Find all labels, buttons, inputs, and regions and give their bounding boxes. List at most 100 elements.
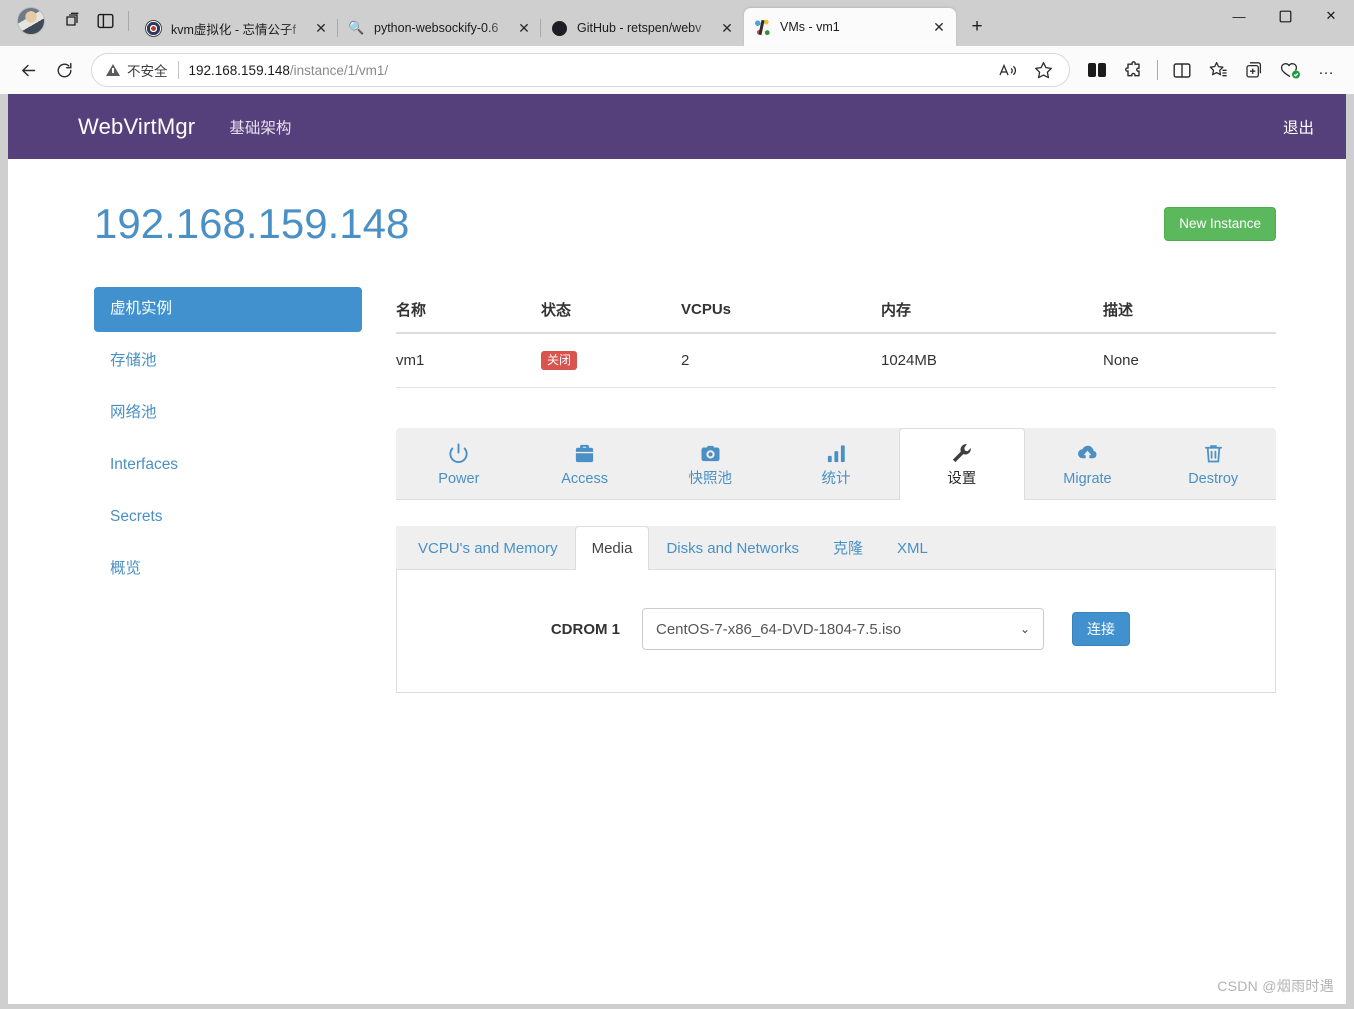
instance-action-tabs: Power Access 快照池 统计 设置 Migrate Destroy: [396, 428, 1276, 501]
camera-icon: [652, 442, 768, 466]
table-head: 名称 状态 VCPUs 内存 描述: [396, 287, 1276, 335]
close-window-button[interactable]: ✕: [1308, 0, 1354, 32]
tab-title: kvm虚拟化 - 忘情公子f: [171, 22, 296, 37]
briefcase-icon: [527, 442, 643, 466]
tab-label: Destroy: [1188, 471, 1239, 488]
subtab-clone[interactable]: 克隆: [816, 526, 880, 570]
browser-tab-3-active[interactable]: VMs - vm1 ✕: [744, 8, 956, 46]
column-header-state: 状态: [541, 287, 681, 335]
sidebar-item-storage-pools[interactable]: 存储池: [94, 339, 362, 384]
browser-essentials-split-icon[interactable]: [1164, 52, 1200, 88]
table-body: vm1 关闭 2 1024MB None: [396, 333, 1276, 389]
table-row[interactable]: vm1 关闭 2 1024MB None: [396, 333, 1276, 389]
close-icon[interactable]: ✕: [513, 17, 535, 39]
cell-state: 关闭: [541, 333, 681, 389]
page-viewport: WebVirtMgr 基础架构 退出 192.168.159.148 New I…: [0, 94, 1354, 1009]
sidebar-item-instances[interactable]: 虚机实例: [94, 287, 362, 333]
power-icon: [401, 442, 517, 466]
tab-label: Access: [561, 471, 608, 488]
tab-list: kvm虚拟化 - 忘情公子f ✕ 🔍 python-websockify-0.6…: [135, 0, 1216, 46]
table-header-row: 名称 状态 VCPUs 内存 描述: [396, 287, 1276, 335]
tab-snapshots[interactable]: 快照池: [647, 428, 773, 500]
cell-memory: 1024MB: [881, 333, 1103, 389]
page-container: 192.168.159.148 New Instance 虚机实例 存储池 网络…: [8, 159, 1346, 694]
sidebar-item-overview[interactable]: 概览: [94, 547, 362, 592]
instances-table: 名称 状态 VCPUs 内存 描述 vm1 关闭 2 1024MB None: [396, 287, 1276, 389]
browser-window: kvm虚拟化 - 忘情公子f ✕ 🔍 python-websockify-0.6…: [0, 0, 1354, 1009]
split-pane-icon[interactable]: [88, 6, 122, 36]
sidebar-item-network-pools[interactable]: 网络池: [94, 391, 362, 436]
omnibox-divider: [177, 61, 179, 79]
cloud-download-icon: [1030, 442, 1146, 466]
tab-label: 设置: [947, 471, 977, 488]
cell-name[interactable]: vm1: [396, 333, 541, 389]
favorite-star-icon[interactable]: [1025, 52, 1061, 88]
column-header-vcpus: VCPUs: [681, 287, 881, 335]
tab-label: 快照池: [688, 471, 733, 488]
iso-select[interactable]: CentOS-7-x86_64-DVD-1804-7.5.iso ⌄: [642, 608, 1044, 651]
github-icon: [551, 20, 568, 37]
toolbar-divider: [1157, 60, 1158, 80]
close-icon[interactable]: ✕: [716, 17, 738, 39]
browser-tab-1[interactable]: 🔍 python-websockify-0.6 ✕: [337, 10, 541, 46]
close-icon[interactable]: ✕: [928, 16, 950, 38]
not-secure-warning-icon: [106, 64, 120, 76]
app-navbar: WebVirtMgr 基础架构 退出: [8, 94, 1346, 159]
url-text: 192.168.159.148/instance/1/vm1/: [189, 63, 389, 78]
browser-health-icon[interactable]: [1272, 52, 1308, 88]
reload-icon[interactable]: [46, 52, 82, 88]
tab-power[interactable]: Power: [396, 428, 522, 500]
page-header: 192.168.159.148 New Instance: [94, 159, 1276, 247]
minimize-button[interactable]: —: [1216, 0, 1262, 32]
subtab-disks-networks[interactable]: Disks and Networks: [649, 526, 816, 570]
browser-tab-2[interactable]: GitHub - retspen/webv ✕: [540, 10, 744, 46]
browser-tab-0[interactable]: kvm虚拟化 - 忘情公子f ✕: [135, 10, 338, 46]
page-body: 虚机实例 存储池 网络池 Interfaces Secrets 概览 名称 状态…: [94, 287, 1276, 694]
extensions-icon[interactable]: [1115, 52, 1151, 88]
more-options-icon[interactable]: …: [1308, 52, 1344, 88]
main-content: 名称 状态 VCPUs 内存 描述 vm1 关闭 2 1024MB None P…: [396, 287, 1276, 694]
subtab-media[interactable]: Media: [574, 526, 650, 571]
tab-migrate[interactable]: Migrate: [1025, 428, 1151, 500]
tab-actions-icon[interactable]: [54, 6, 88, 36]
subtab-xml[interactable]: XML: [880, 526, 945, 570]
logout-link[interactable]: 退出: [1283, 116, 1314, 138]
collections-icon[interactable]: [1200, 52, 1236, 88]
address-bar[interactable]: 不安全 192.168.159.148/instance/1/vm1/: [91, 53, 1070, 87]
column-header-name: 名称: [396, 287, 541, 335]
tab-label: Power: [438, 471, 480, 488]
maximize-button[interactable]: [1262, 0, 1308, 32]
watermark: CSDN @烟雨时遇: [1217, 978, 1334, 994]
tab-title: GitHub - retspen/webv: [577, 21, 702, 35]
app-brand[interactable]: WebVirtMgr: [78, 114, 195, 140]
close-icon[interactable]: ✕: [310, 17, 332, 39]
column-header-memory: 内存: [881, 287, 1103, 335]
sidebar: 虚机实例 存储池 网络池 Interfaces Secrets 概览: [94, 287, 362, 693]
status-badge: 关闭: [541, 351, 578, 371]
omnibox-actions: [989, 52, 1061, 88]
new-instance-button[interactable]: New Instance: [1164, 207, 1276, 241]
iso-select-value: CentOS-7-x86_64-DVD-1804-7.5.iso: [656, 620, 902, 638]
back-icon[interactable]: [10, 52, 46, 88]
tab-access[interactable]: Access: [522, 428, 648, 500]
new-tab-button[interactable]: +: [962, 12, 992, 42]
subtab-vcpu-memory[interactable]: VCPU's and Memory: [401, 526, 575, 570]
wrench-icon: [904, 442, 1020, 466]
read-aloud-icon[interactable]: [989, 52, 1025, 88]
tab-destroy[interactable]: Destroy: [1150, 428, 1276, 500]
avatar[interactable]: [17, 7, 45, 35]
cdrom-row: CDROM 1 CentOS-7-x86_64-DVD-1804-7.5.iso…: [397, 608, 1275, 651]
sidebar-item-secrets[interactable]: Secrets: [94, 495, 362, 540]
chevron-down-icon: ⌄: [1019, 622, 1030, 637]
tab-settings[interactable]: 设置: [898, 428, 1025, 501]
tab-label: Migrate: [1063, 471, 1112, 488]
tab-statistics[interactable]: 统计: [773, 428, 899, 500]
connect-button[interactable]: 连接: [1072, 612, 1130, 647]
cell-description: None: [1103, 333, 1276, 389]
split-screen-toggle-icon[interactable]: [1079, 52, 1115, 88]
add-to-collection-icon[interactable]: [1236, 52, 1272, 88]
sidebar-item-interfaces[interactable]: Interfaces: [94, 443, 362, 488]
webvirtmgr-page: WebVirtMgr 基础架构 退出 192.168.159.148 New I…: [8, 94, 1346, 1004]
nav-item-infrastructure[interactable]: 基础架构: [229, 116, 291, 138]
media-panel: CDROM 1 CentOS-7-x86_64-DVD-1804-7.5.iso…: [396, 570, 1276, 694]
